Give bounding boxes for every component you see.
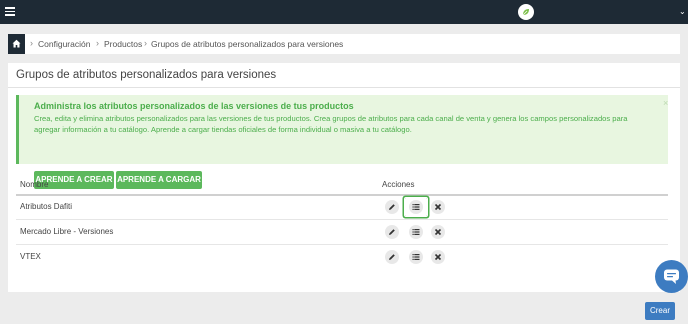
edit-button[interactable] [385,250,399,264]
attributes-list-button[interactable] [409,225,423,239]
attributes-list-button[interactable] [405,198,427,216]
row-divider [16,244,668,245]
breadcrumb: › Configuración › Productos › Grupos de … [8,34,680,54]
column-header-name: Nombre [20,180,49,189]
edit-button[interactable] [385,225,399,239]
list-button-inner [409,200,423,214]
list-icon [412,229,420,235]
alert-title: Administra los atributos personalizados … [34,101,354,111]
delete-button[interactable] [431,250,445,264]
edit-button[interactable] [385,200,399,214]
breadcrumb-separator: › [144,38,147,48]
delete-button[interactable] [431,225,445,239]
alert-text: Crea, edita y elimina atributos personal… [34,114,628,134]
divider [8,87,680,88]
chat-button[interactable] [655,260,688,293]
pencil-icon [389,229,395,235]
leaf-logo-icon [522,9,529,16]
delete-button[interactable] [431,200,445,214]
list-icon [412,204,420,210]
column-header-actions: Acciones [382,180,415,189]
pencil-icon [389,204,395,210]
user-avatar[interactable] [518,4,534,20]
pencil-icon [389,254,395,260]
table-header-divider [16,194,668,196]
table-row-name: VTEX [20,252,41,261]
chevron-down-icon[interactable]: ⌄ [679,8,686,16]
attribute-groups-panel: Grupos de atributos personalizados para … [8,63,680,292]
close-icon [434,253,442,261]
home-button[interactable] [8,34,25,54]
page-title: Grupos de atributos personalizados para … [16,69,277,81]
row-divider [16,219,668,220]
hamburger-icon[interactable] [5,7,15,16]
create-button[interactable]: Crear [645,302,675,320]
breadcrumb-separator: › [30,38,33,48]
close-icon[interactable]: × [663,98,668,108]
top-navbar: ⌄ [0,0,688,24]
breadcrumb-item-current: Grupos de atributos personalizados para … [151,39,344,49]
learn-upload-button[interactable]: APRENDE A CARGAR [116,171,202,189]
chat-bubble-icon [664,269,679,284]
table-row-name: Atributos Dafiti [20,202,73,211]
attributes-list-button[interactable] [409,250,423,264]
home-icon [12,39,21,48]
breadcrumb-item-configuracion[interactable]: Configuración [38,39,90,49]
close-icon [434,228,442,236]
info-alert: Administra los atributos personalizados … [16,95,668,189]
breadcrumb-separator: › [96,38,99,48]
table-row-name: Mercado Libre - Versiones [20,227,114,236]
breadcrumb-item-productos[interactable]: Productos [104,39,142,49]
list-icon [412,254,420,260]
close-icon [434,203,442,211]
